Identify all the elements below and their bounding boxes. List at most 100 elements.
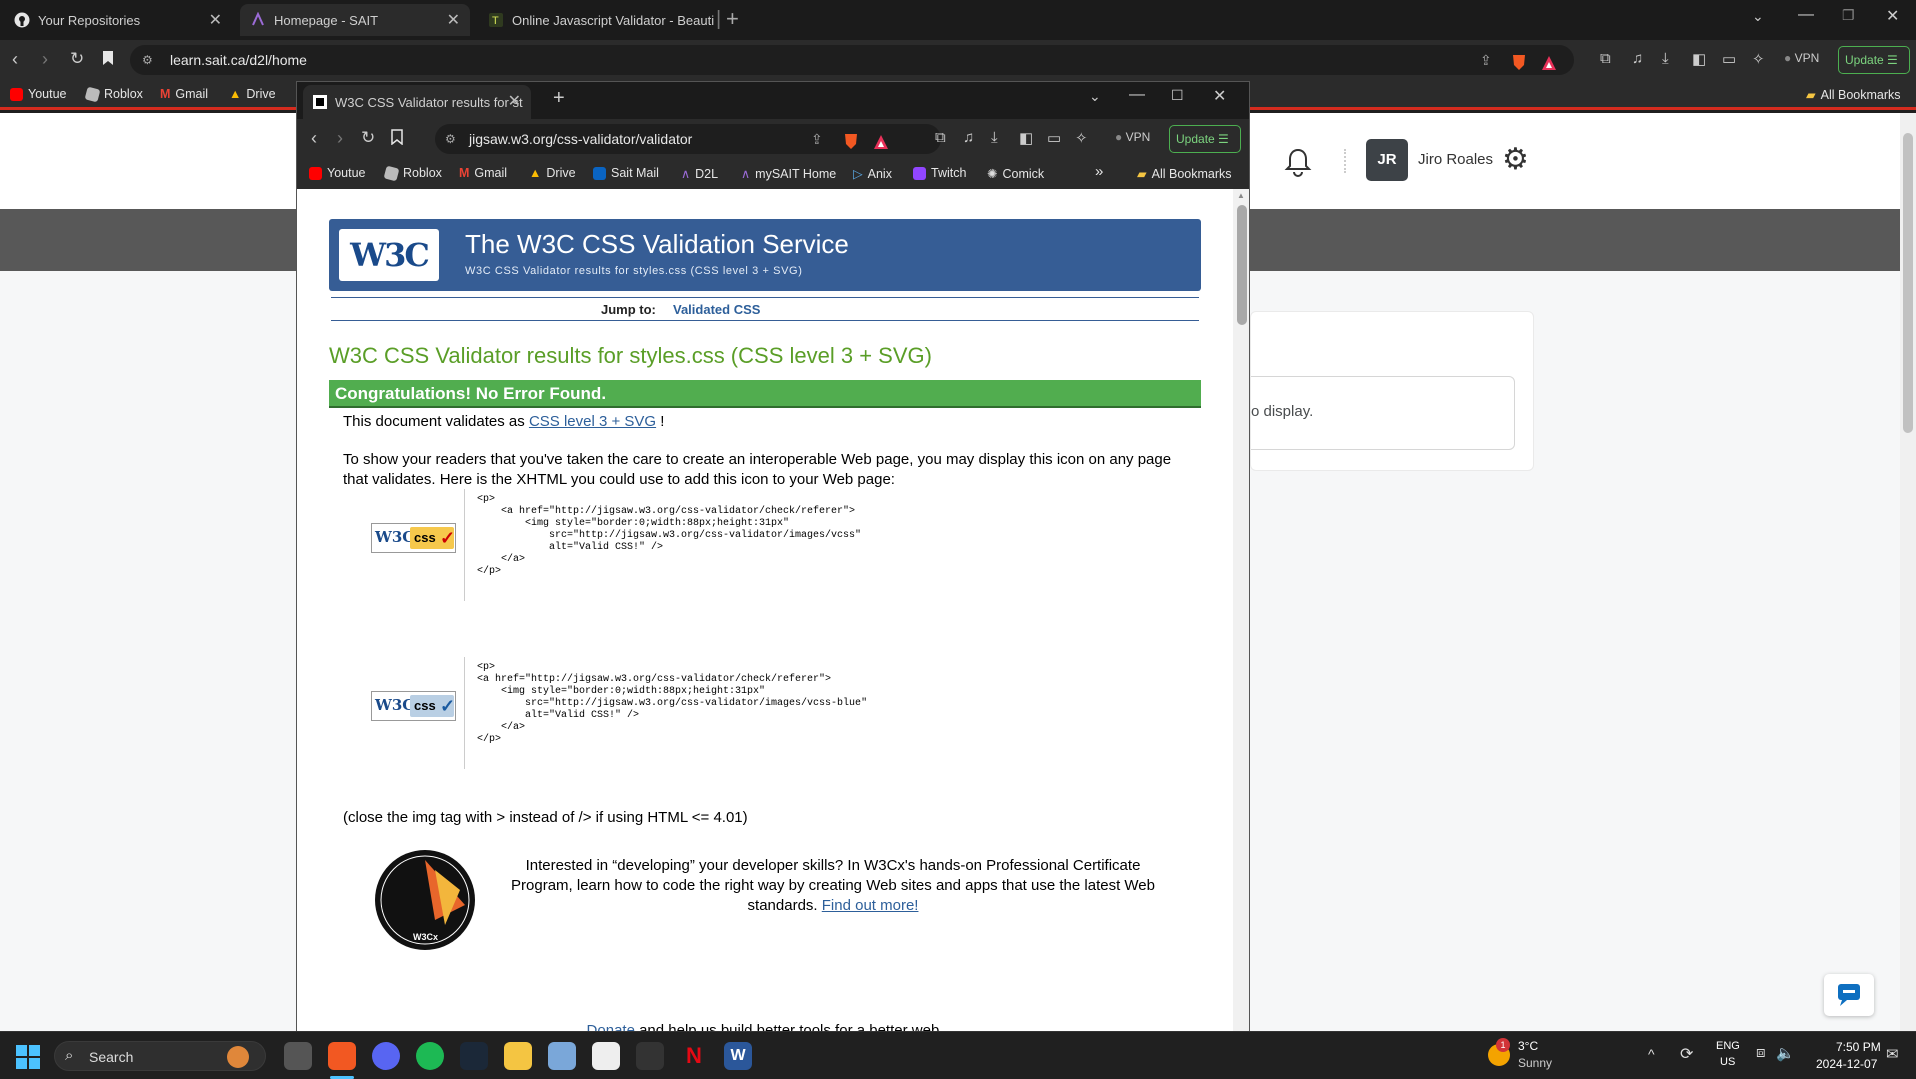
chat-button[interactable] (1824, 974, 1874, 1016)
bookmark-d2l[interactable]: ∧ D2L (681, 166, 718, 182)
url-input[interactable]: ⚙ jigsaw.w3.org/css-validator/validator … (435, 124, 941, 154)
validated-css-link[interactable]: Validated CSS (673, 302, 760, 317)
leo-ai-icon[interactable]: ✧ (1752, 50, 1765, 68)
gear-icon[interactable]: ⚙ (1502, 145, 1529, 175)
bookmark-roblox[interactable]: Roblox (84, 86, 143, 102)
media-icon[interactable]: ♫ (1632, 50, 1643, 67)
weather-desc[interactable]: Sunny (1518, 1056, 1552, 1070)
leo-ai-icon[interactable]: ✧ (1075, 129, 1088, 147)
minimize-button[interactable]: — (1798, 6, 1814, 24)
close-tab-icon[interactable]: ✕ (508, 91, 521, 111)
all-bookmarks[interactable]: ▰ All Bookmarks (1806, 87, 1901, 103)
netflix-icon[interactable]: N (680, 1042, 708, 1070)
clock-time[interactable]: 7:50 PM (1836, 1040, 1881, 1054)
extensions-icon[interactable]: ⧉ (935, 129, 946, 146)
extensions-icon[interactable]: ⧉ (1600, 50, 1611, 67)
brave-taskbar-icon[interactable] (328, 1042, 356, 1070)
close-window-button[interactable]: ✕ (1213, 86, 1226, 106)
network-icon[interactable]: ⧈ (1756, 1044, 1766, 1061)
reload-icon[interactable]: ↻ (70, 49, 84, 69)
tab-list-chevron-icon[interactable]: ⌄ (1752, 8, 1764, 25)
file-explorer-icon[interactable] (504, 1042, 532, 1070)
vpn-button[interactable]: ● VPN (1784, 51, 1819, 65)
site-info-icon[interactable]: ⚙ (445, 124, 456, 154)
bookmark-mysait-home[interactable]: ∧ mySAIT Home (741, 166, 836, 182)
notion-icon[interactable] (592, 1042, 620, 1070)
bookmark-youtue[interactable]: Youtue (309, 166, 365, 180)
media-icon[interactable]: ♫ (963, 129, 974, 146)
spotify-icon[interactable] (416, 1042, 444, 1070)
bookmark-roblox[interactable]: Roblox (383, 165, 442, 181)
all-bookmarks[interactable]: ▰ All Bookmarks (1137, 166, 1232, 182)
css-level-link[interactable]: CSS level 3 + SVG (529, 413, 656, 430)
app-icon[interactable] (636, 1042, 664, 1070)
share-icon[interactable]: ⇪ (811, 124, 823, 154)
sidebar-icon[interactable]: ◧ (1019, 129, 1033, 147)
tab-your-repositories[interactable]: Your Repositories ✕ (4, 4, 232, 36)
vpn-button[interactable]: ● VPN (1115, 130, 1150, 144)
bookmark-icon[interactable] (391, 129, 403, 150)
downloads-icon[interactable]: ⤓ (991, 129, 998, 146)
bookmark-anix[interactable]: ▷ Anix (853, 166, 892, 182)
reload-icon[interactable]: ↻ (361, 128, 375, 148)
w3c-logo[interactable]: W3C (339, 229, 439, 281)
update-button[interactable]: Update ☰ (1838, 46, 1910, 74)
bookmark-drive[interactable]: ▲ Drive (229, 87, 276, 101)
w3cx-badge[interactable]: W3Cx (375, 850, 475, 950)
volume-icon[interactable]: 🔈 (1776, 1044, 1795, 1062)
tab-w3c-validator[interactable]: W3C CSS Validator results for st ✕ (303, 85, 531, 119)
brave-rewards-icon[interactable] (1541, 51, 1557, 81)
tab-homepage-sait[interactable]: Homepage - SAIT ✕ (240, 4, 470, 36)
steam-icon[interactable] (460, 1042, 488, 1070)
tray-chevron-icon[interactable]: ^ (1648, 1046, 1655, 1062)
word-icon[interactable]: W (724, 1042, 752, 1070)
tab-list-chevron-icon[interactable]: ⌄ (1089, 88, 1101, 105)
close-window-button[interactable]: ✕ (1886, 6, 1899, 26)
close-tab-icon[interactable]: ✕ (447, 10, 460, 30)
bookmark-drive[interactable]: ▲ Drive (529, 166, 576, 180)
forward-icon[interactable]: › (42, 49, 48, 70)
new-tab-button[interactable]: + (553, 87, 565, 110)
brave-shields-icon[interactable] (843, 130, 859, 160)
minimize-button[interactable]: — (1129, 86, 1145, 104)
clock-date[interactable]: 2024-12-07 (1816, 1057, 1877, 1071)
language-primary[interactable]: ENG (1716, 1040, 1740, 1052)
bookmark-gmail[interactable]: M Gmail (160, 87, 208, 101)
close-tab-icon[interactable]: ✕ (209, 10, 222, 30)
bell-icon[interactable] (1284, 147, 1312, 177)
site-info-icon[interactable]: ⚙ (142, 45, 153, 75)
back-icon[interactable]: ‹ (12, 49, 18, 70)
page-scrollbar[interactable] (1900, 113, 1916, 1031)
find-out-more-link[interactable]: Find out more! (822, 897, 919, 914)
scrollbar-thumb[interactable] (1903, 133, 1913, 433)
task-view-icon[interactable] (284, 1042, 312, 1070)
wallet-icon[interactable]: ▭ (1047, 129, 1061, 147)
avatar[interactable]: JR (1366, 139, 1408, 181)
bookmark-sait-mail[interactable]: Sait Mail (593, 166, 659, 180)
bookmark-gmail[interactable]: M Gmail (459, 166, 507, 180)
start-button[interactable] (16, 1045, 40, 1074)
bookmark-twitch[interactable]: Twitch (913, 166, 966, 180)
bookmark-comick[interactable]: ✺ Comick (987, 166, 1044, 182)
forward-icon[interactable]: › (337, 128, 343, 149)
bookmark-youtue[interactable]: Youtue (10, 87, 66, 101)
discord-icon[interactable] (372, 1042, 400, 1070)
taskbar-search[interactable]: ⌕ Search (54, 1041, 266, 1071)
url-input[interactable]: ⚙ learn.sait.ca/d2l/home ⇪ (130, 45, 1574, 75)
update-button[interactable]: Update ☰ (1169, 125, 1241, 153)
language-secondary[interactable]: US (1720, 1056, 1735, 1068)
photos-icon[interactable] (548, 1042, 576, 1070)
scrollbar-thumb[interactable] (1237, 205, 1247, 325)
new-tab-button[interactable]: + (726, 6, 739, 32)
restore-button[interactable]: ❐ (1842, 7, 1855, 24)
more-bookmarks-button[interactable]: » (1095, 163, 1103, 180)
sidebar-icon[interactable]: ◧ (1692, 50, 1706, 68)
tab-online-js-validator[interactable]: T Online Javascript Validator - Beautif (478, 4, 714, 36)
downloads-icon[interactable]: ⤓ (1662, 50, 1669, 67)
maximize-button[interactable]: ☐ (1171, 87, 1184, 104)
share-icon[interactable]: ⇪ (1480, 45, 1492, 75)
user-name[interactable]: Jiro Roales (1418, 151, 1493, 168)
brave-rewards-icon[interactable] (873, 130, 889, 160)
page-scrollbar[interactable]: ▲ (1233, 189, 1249, 1032)
weather-temp[interactable]: 3°C (1518, 1039, 1538, 1053)
